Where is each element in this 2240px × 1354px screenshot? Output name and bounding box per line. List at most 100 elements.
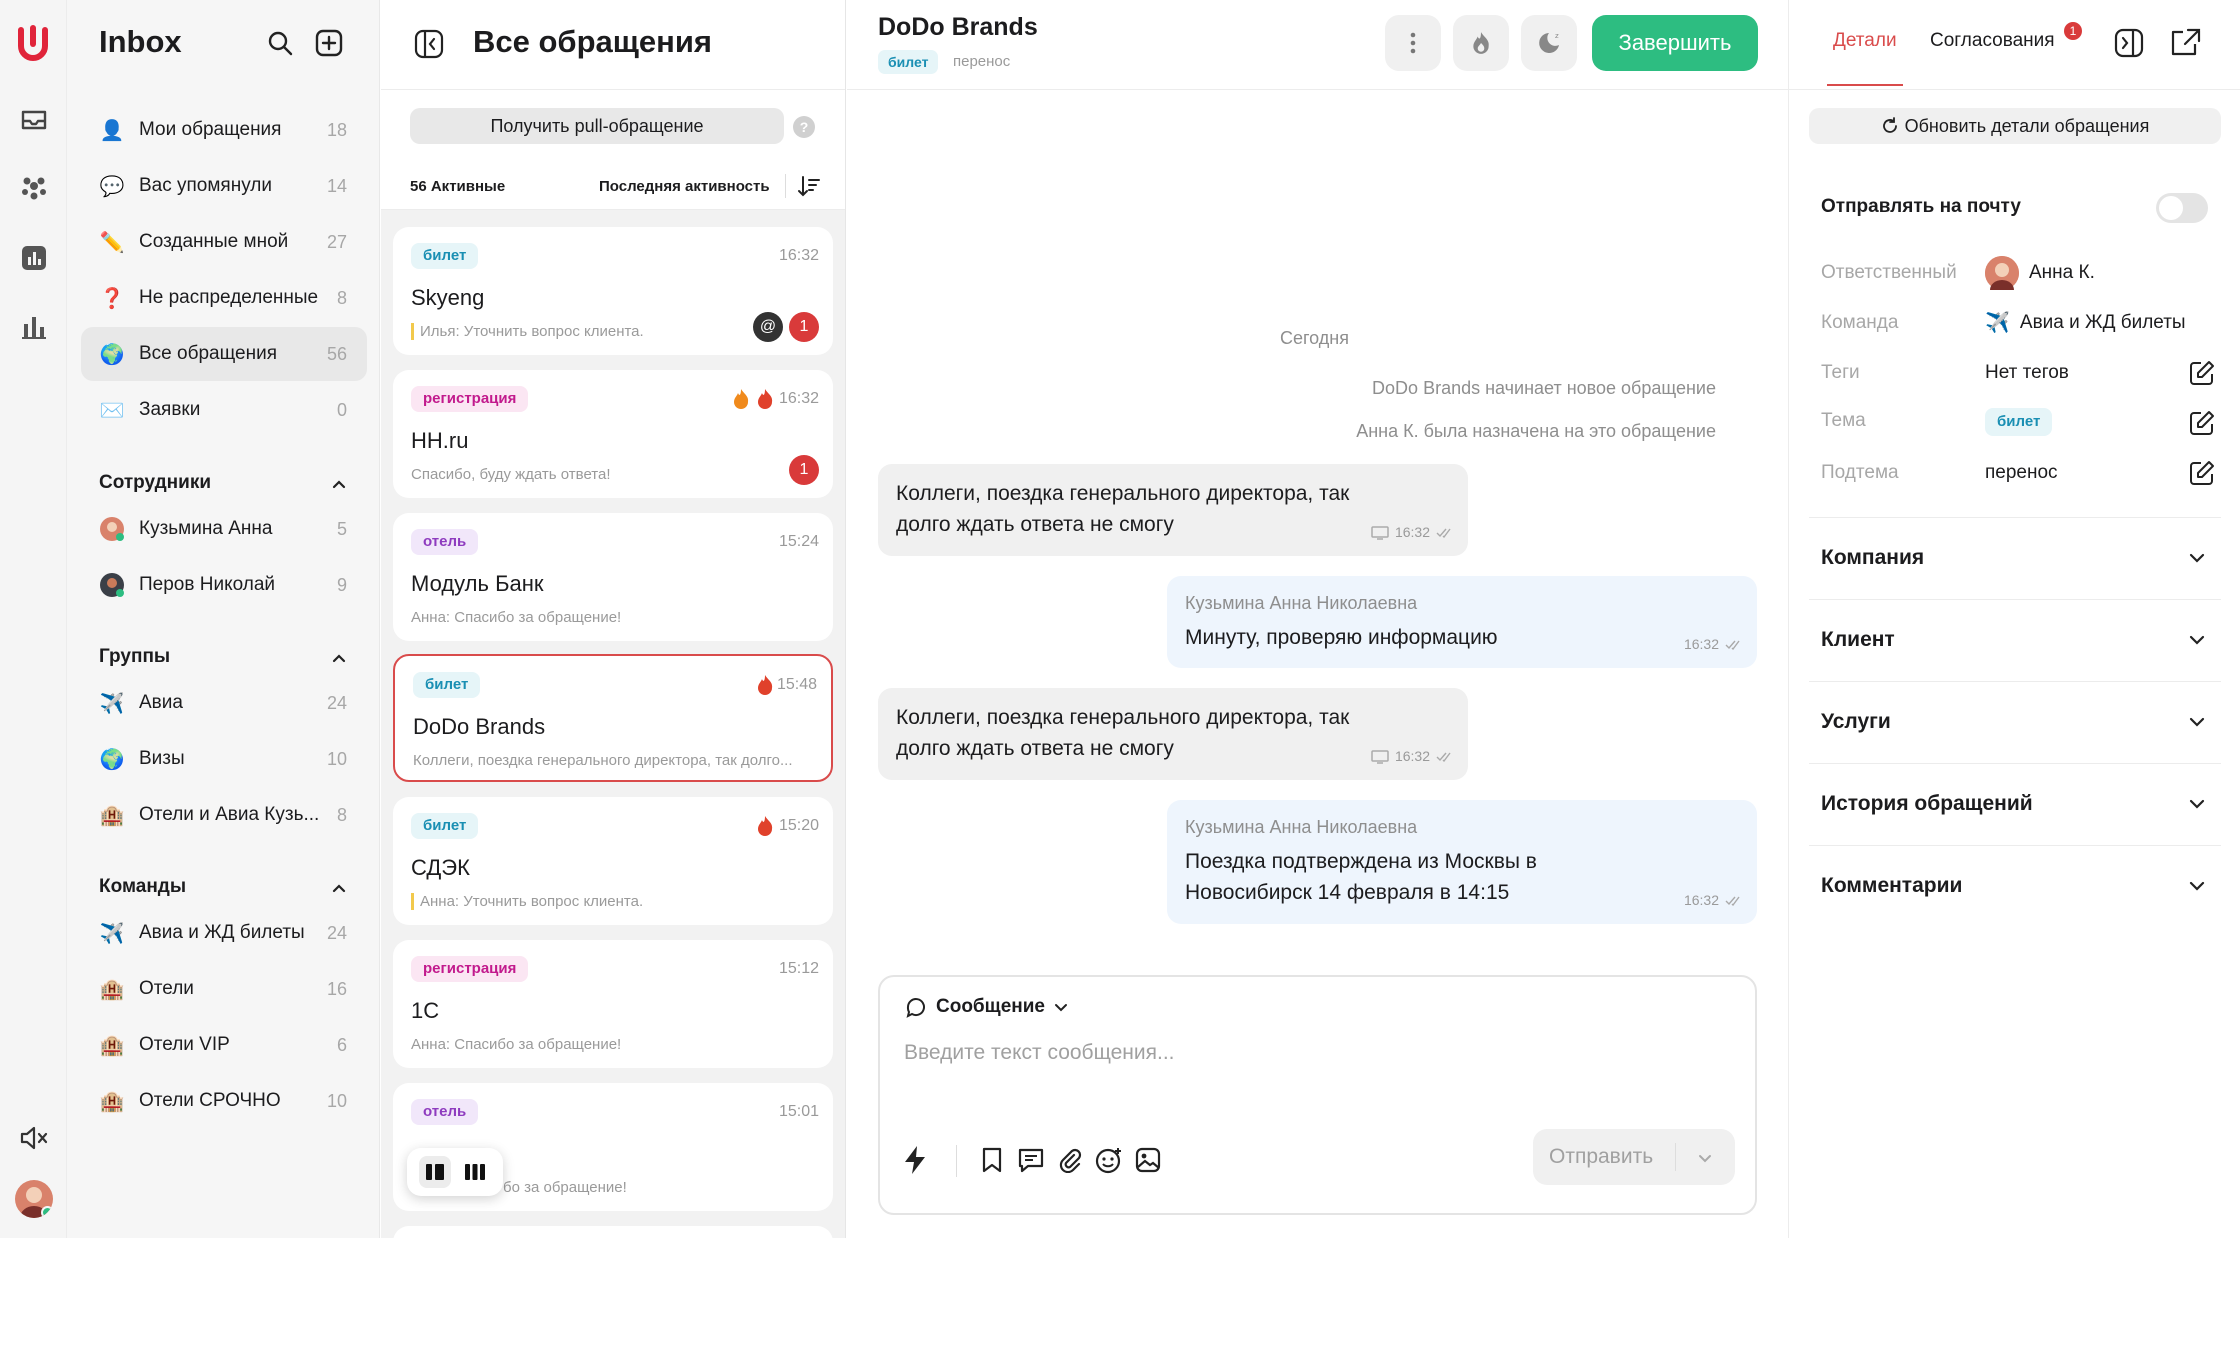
finish-button[interactable]: Завершить	[1592, 15, 1758, 71]
ticket-name: 1С	[411, 998, 440, 1023]
chat-subtopic: перенос	[953, 53, 1011, 70]
nav-all-tickets[interactable]: 🌍 Все обращения 56	[81, 327, 367, 381]
moon-icon: z	[1539, 32, 1559, 53]
active-count[interactable]: 56 Активные	[410, 178, 505, 195]
monitor-icon	[1371, 525, 1389, 540]
app-rail	[0, 0, 67, 1238]
ticket-card[interactable]: отель 15:24 Модуль Банк Анна: Спасибо за…	[393, 513, 833, 641]
help-icon[interactable]: ?	[793, 116, 815, 138]
mute-icon[interactable]	[18, 1122, 50, 1154]
ticket-card-selected[interactable]: билет 15:48 DoDo Brands Коллеги, поездка…	[393, 654, 833, 782]
ticket-card[interactable]: билет 15:20 СДЭК Анна: Уточнить вопрос к…	[393, 797, 833, 925]
nav-count: 24	[326, 922, 347, 943]
message-text: долго ждать ответа не смогу	[896, 513, 1174, 536]
ticket-tag: регистрация	[411, 956, 529, 982]
edit-icon[interactable]	[2189, 460, 2215, 486]
template-icon[interactable]	[1014, 1143, 1048, 1177]
ticket-card[interactable]: регистрация 16:32 HH.ru Спасибо, буду жд…	[393, 370, 833, 498]
ticket-card[interactable]	[393, 1226, 833, 1354]
chevron-down-icon[interactable]	[1697, 1150, 1713, 1166]
nav-team-avia-rail[interactable]: ✈️ Авиа и ЖД билеты 24	[81, 906, 367, 960]
section-comments[interactable]: Комментарии	[1809, 845, 2221, 927]
send-button[interactable]: Отправить	[1533, 1129, 1735, 1185]
nav-requests[interactable]: ✉️ Заявки 0	[81, 383, 367, 437]
reports-icon[interactable]	[18, 242, 50, 274]
snooze-button[interactable]: z	[1521, 15, 1577, 71]
refresh-icon	[1882, 117, 1897, 133]
topic-tag: билет	[1985, 408, 2053, 436]
section-ticket-history[interactable]: История обращений	[1809, 763, 2221, 845]
message-mode-label: Сообщение	[936, 996, 1045, 1017]
external-link-icon[interactable]	[2171, 28, 2201, 58]
nav-count: 8	[336, 287, 347, 308]
analytics-icon[interactable]	[18, 311, 50, 343]
nav-mentions[interactable]: 💬 Вас упомянули 14	[81, 159, 367, 213]
chevron-up-icon[interactable]	[329, 474, 349, 494]
inbox-icon[interactable]	[18, 104, 50, 136]
incoming-message: Коллеги, поездка генерального директора,…	[878, 688, 1468, 780]
image-icon[interactable]	[1131, 1143, 1165, 1177]
tab-details[interactable]: Детали	[1827, 30, 1903, 86]
section-client[interactable]: Клиент	[1809, 599, 2221, 681]
chevron-up-icon[interactable]	[329, 878, 349, 898]
nav-my-tickets[interactable]: 👤 Мои обращения 18	[81, 103, 367, 157]
topic-value[interactable]: билет	[1985, 408, 2053, 436]
nav-employee-perov[interactable]: Перов Николай 9	[81, 558, 367, 612]
tab-approvals[interactable]: Согласования	[1930, 30, 2055, 52]
ticket-time: 15:01	[778, 1103, 819, 1120]
email-toggle[interactable]	[2156, 193, 2208, 223]
message-mode-dropdown[interactable]: Сообщение	[904, 995, 1069, 1019]
fire-icon	[734, 389, 749, 409]
nav-team-hotels[interactable]: 🏨 Отели 16	[81, 962, 367, 1016]
nav-employee-kuzmina[interactable]: Кузьмина Анна 5	[81, 502, 367, 556]
nav-team-hotels-urgent[interactable]: 🏨 Отели СРОЧНО 10	[81, 1074, 367, 1128]
nav-label: Созданные мной	[139, 231, 289, 252]
assignee-value[interactable]: Анна К.	[1985, 256, 2095, 290]
section-company[interactable]: Компания	[1809, 517, 2221, 599]
two-column-view-icon[interactable]	[419, 1156, 451, 1188]
day-separator: Сегодня	[1280, 328, 1349, 348]
nav-group-avia[interactable]: ✈️ Авиа 24	[81, 676, 367, 730]
nav-label: Авиа и ЖД билеты	[139, 922, 305, 943]
team-icon[interactable]	[18, 172, 50, 204]
nav-created-by-me[interactable]: ✏️ Созданные мной 27	[81, 215, 367, 269]
airplane-icon: ✈️	[99, 692, 125, 715]
search-icon[interactable]	[263, 26, 297, 60]
sort-label[interactable]: Последняя активность	[599, 178, 770, 195]
refresh-details-button[interactable]: Обновить детали обращения	[1809, 108, 2221, 144]
unread-badge: 1	[789, 312, 819, 342]
nav-label: Авиа	[139, 692, 183, 713]
logo-icon[interactable]	[13, 22, 53, 62]
question-icon: ❓	[99, 287, 125, 310]
message-input[interactable]: Введите текст сообщения...	[904, 1041, 1175, 1065]
more-options-button[interactable]	[1385, 15, 1441, 71]
team-label: Команда	[1821, 312, 1899, 333]
nav-unassigned[interactable]: ❓ Не распределенные 8	[81, 271, 367, 325]
three-column-view-icon[interactable]	[459, 1156, 491, 1188]
team-value[interactable]: ✈️ Авиа и ЖД билеты	[1985, 310, 2186, 335]
nav-team-hotels-vip[interactable]: 🏨 Отели VIP 6	[81, 1018, 367, 1072]
collapse-panel-icon[interactable]	[2114, 28, 2144, 58]
nav-group-visas[interactable]: 🌍 Визы 10	[81, 732, 367, 786]
emoji-icon[interactable]	[1092, 1143, 1126, 1177]
nav-group-hotels-avia[interactable]: 🏨 Отели и Авиа Кузь... 8	[81, 788, 367, 842]
user-avatar[interactable]	[15, 1180, 53, 1218]
ticket-name: DoDo Brands	[413, 714, 546, 739]
lightning-icon[interactable]	[898, 1143, 932, 1177]
ticket-card[interactable]: билет 16:32 Skyeng Илья: Уточнить вопрос…	[393, 227, 833, 355]
edit-icon[interactable]	[2189, 360, 2215, 386]
sort-icon[interactable]	[797, 174, 821, 198]
nav-count: 6	[336, 1034, 347, 1055]
edit-icon[interactable]	[2189, 410, 2215, 436]
attachment-icon[interactable]	[1053, 1143, 1087, 1177]
chevron-up-icon[interactable]	[329, 648, 349, 668]
bookmark-icon[interactable]	[975, 1143, 1009, 1177]
pull-ticket-button[interactable]: Получить pull-обращение	[410, 108, 784, 144]
avatar	[99, 572, 125, 598]
ticket-card[interactable]: регистрация 15:12 1С Анна: Спасибо за об…	[393, 940, 833, 1068]
collapse-sidebar-icon[interactable]	[414, 29, 444, 59]
section-services[interactable]: Услуги	[1809, 681, 2221, 763]
new-ticket-icon[interactable]	[312, 26, 346, 60]
hotel-icon: 🏨	[99, 978, 125, 1001]
priority-button[interactable]	[1453, 15, 1509, 71]
